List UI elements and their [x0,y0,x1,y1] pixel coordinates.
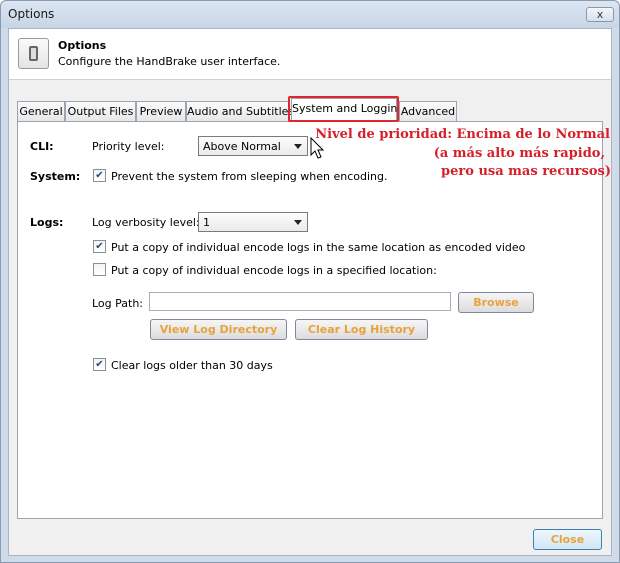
options-window: Options x Options Configure the HandBrak… [0,0,620,563]
dialog-header: Options Configure the HandBrake user int… [9,29,611,80]
copy-logs-same-location-label: Put a copy of individual encode logs in … [111,241,526,254]
prevent-sleep-checkbox[interactable]: ✔ [93,169,106,182]
settings-switch-icon [18,38,49,69]
checkmark-icon: ✔ [95,359,104,370]
checkmark-icon: ✔ [95,241,104,252]
annotation-line-3: pero usa mas recursos) [441,164,611,179]
log-path-input[interactable] [149,292,451,311]
annotation-line-1: Nivel de prioridad: Encima de lo Normal [315,127,610,142]
tab-general[interactable]: General [17,101,65,121]
close-button[interactable]: Close [533,529,602,550]
checkmark-icon: ✔ [95,170,104,181]
copy-logs-specified-location-checkbox[interactable] [93,263,106,276]
priority-level-label: Priority level: [92,140,165,153]
tab-advanced[interactable]: Advanced [399,101,457,121]
chevron-down-icon [294,144,302,149]
tab-preview[interactable]: Preview [136,101,186,121]
chevron-down-icon [294,220,302,225]
title-bar[interactable]: Options x [1,1,619,28]
browse-button[interactable]: Browse [458,292,534,313]
tab-output-files[interactable]: Output Files [65,101,136,121]
priority-level-select[interactable]: Above Normal [198,136,308,156]
copy-logs-specified-location-label: Put a copy of individual encode logs in … [111,264,437,277]
clear-log-history-button[interactable]: Clear Log History [295,319,428,340]
system-section-label: System: [30,170,81,183]
mouse-cursor-icon [310,137,325,159]
priority-level-value: Above Normal [203,140,281,153]
window-close-button[interactable]: x [586,7,614,22]
copy-logs-same-location-checkbox[interactable]: ✔ [93,240,106,253]
tab-audio-and-subtitles[interactable]: Audio and Subtitles [186,101,294,121]
log-path-label: Log Path: [92,297,144,310]
cli-section-label: CLI: [30,140,54,153]
tab-system-and-logging[interactable]: System and Logging [291,98,404,122]
log-verbosity-value: 1 [203,216,210,229]
close-icon: x [596,8,604,21]
window-title: Options [8,7,55,21]
dialog-client: Options Configure the HandBrake user int… [8,28,612,556]
log-verbosity-select[interactable]: 1 [198,212,308,232]
logs-section-label: Logs: [30,216,64,229]
system-and-logging-panel: CLI: Priority level: Above Normal System… [17,121,603,519]
annotation-line-2: (a más alto más rapido, [433,146,605,161]
clear-old-logs-label: Clear logs older than 30 days [111,359,273,372]
log-verbosity-label: Log verbosity level: [92,216,200,229]
view-log-directory-button[interactable]: View Log Directory [150,319,287,340]
clear-old-logs-checkbox[interactable]: ✔ [93,358,106,371]
header-title: Options [58,39,107,52]
header-subtitle: Configure the HandBrake user interface. [58,55,281,68]
